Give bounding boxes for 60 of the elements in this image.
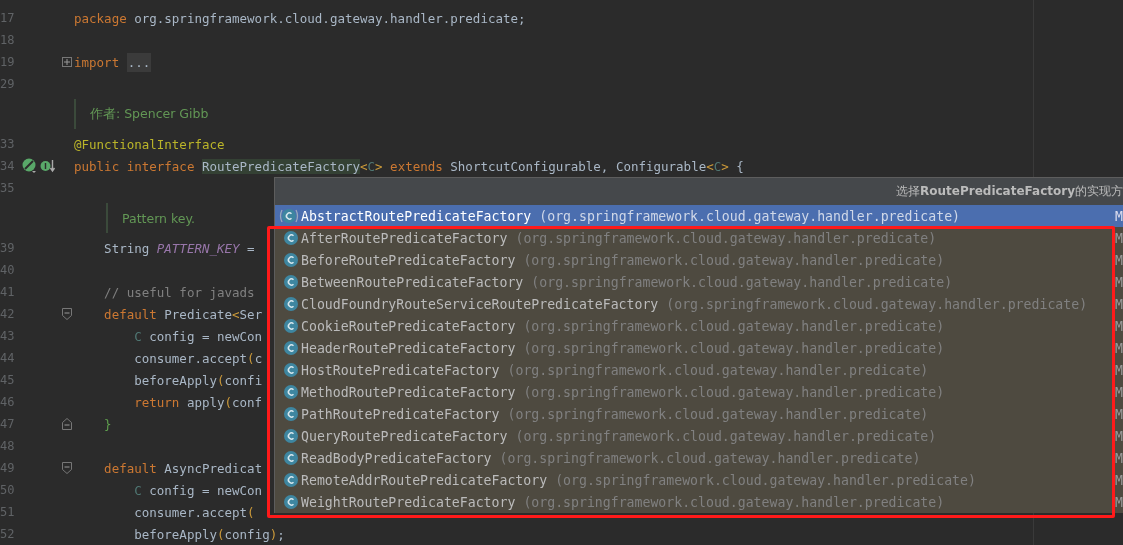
implementation-item[interactable]: AbstractRoutePredicateFactory (org.springframework.cloud.gateway.handler.predicate) M	[275, 205, 1123, 227]
code-line: consumer.accept(	[133, 504, 255, 520]
line-number: 48	[0, 439, 16, 453]
implementation-item[interactable]: RemoteAddrRoutePredicateFactory (org.springframework.cloud.gateway.handler.predicate) M	[275, 469, 1123, 491]
line-number: 29	[0, 77, 16, 91]
line-number: 34	[0, 159, 16, 173]
fold-icon[interactable]	[62, 308, 72, 320]
implementation-item[interactable]: HostRoutePredicateFactory (org.springframework.cloud.gateway.handler.predicate) M	[275, 359, 1123, 381]
implementation-item[interactable]: MethodRoutePredicateFactory (org.springframework.cloud.gateway.handler.predicate) M	[275, 381, 1123, 403]
implementation-item[interactable]: BeforeRoutePredicateFactory (org.springframework.cloud.gateway.handler.predicate) M	[275, 249, 1123, 271]
line-number: 52	[0, 527, 16, 541]
implementation-item[interactable]: WeightRoutePredicateFactory (org.springframework.cloud.gateway.handler.predicate) M	[275, 491, 1123, 513]
line-number: 39	[0, 241, 16, 255]
code-line: package org.springframework.cloud.gateway.handler.predicate;	[74, 10, 526, 26]
implementation-item[interactable]: CloudFoundryRouteServiceRoutePredicateFactory (org.springframework.cloud.gateway.handler.predicate) M	[275, 293, 1123, 315]
code-line: default AsyncPredicat	[103, 460, 263, 476]
code-line: C config = newCon	[133, 482, 263, 498]
doc-comment: Pattern key.	[122, 210, 196, 226]
line-number: 47	[0, 417, 16, 431]
code-line: import ...	[74, 54, 152, 70]
line-number: 51	[0, 505, 16, 519]
code-line: String PATTERN_KEY =	[103, 240, 255, 256]
fold-icon[interactable]	[62, 462, 72, 474]
popup-title: 选择RoutePredicateFactory的实现方	[896, 183, 1123, 200]
implementations-icon[interactable]	[40, 158, 56, 174]
line-number: 43	[0, 329, 16, 343]
doc-comment: 作者: Spencer Gibb	[90, 105, 209, 123]
line-number: 50	[0, 483, 16, 497]
implementation-item[interactable]: ReadBodyPredicateFactory (org.springframework.cloud.gateway.handler.predicate) M	[275, 447, 1123, 469]
code-line: consumer.accept(c	[133, 350, 263, 366]
code-line: @FunctionalInterface	[74, 136, 225, 152]
line-number: 45	[0, 373, 16, 387]
code-line: return apply(conf	[133, 394, 263, 410]
line-number: 46	[0, 395, 16, 409]
code-line: beforeApply(confi	[133, 372, 263, 388]
code-line: // useful for javads	[103, 284, 255, 300]
code-line: }	[103, 416, 112, 432]
implemented-icon[interactable]	[22, 158, 38, 174]
implementation-item[interactable]: QueryRoutePredicateFactory (org.springframework.cloud.gateway.handler.predicate) M	[275, 425, 1123, 447]
fold-icon[interactable]	[62, 418, 72, 430]
implementation-item[interactable]: AfterRoutePredicateFactory (org.springframework.cloud.gateway.handler.predicate) M	[275, 227, 1123, 249]
line-number: 41	[0, 285, 16, 299]
line-number: 18	[0, 33, 16, 47]
line-number: 42	[0, 307, 16, 321]
implementation-item[interactable]: HeaderRoutePredicateFactory (org.springframework.cloud.gateway.handler.predicate) M	[275, 337, 1123, 359]
code-line: beforeApply(config);	[133, 526, 285, 542]
implementation-item[interactable]: PathRoutePredicateFactory (org.springframework.cloud.gateway.handler.predicate) M	[275, 403, 1123, 425]
line-number: 17	[0, 11, 16, 25]
line-number: 19	[0, 55, 16, 69]
expand-fold-icon[interactable]	[62, 57, 72, 67]
line-number: 35	[0, 181, 16, 195]
implementation-item[interactable]: CookieRoutePredicateFactory (org.springframework.cloud.gateway.handler.predicate) M	[275, 315, 1123, 337]
code-line: default Predicate<Ser	[103, 306, 263, 322]
implementation-item[interactable]: BetweenRoutePredicateFactory (org.springframework.cloud.gateway.handler.predicate) M	[275, 271, 1123, 293]
line-number: 49	[0, 461, 16, 475]
code-line: public interface RoutePredicateFactory<C> extends ShortcutConfigurable, Configurable<C> {	[74, 158, 744, 174]
line-number: 44	[0, 351, 16, 365]
line-number: 33	[0, 137, 16, 151]
code-line: C config = newCon	[133, 328, 263, 344]
line-number: 40	[0, 263, 16, 277]
